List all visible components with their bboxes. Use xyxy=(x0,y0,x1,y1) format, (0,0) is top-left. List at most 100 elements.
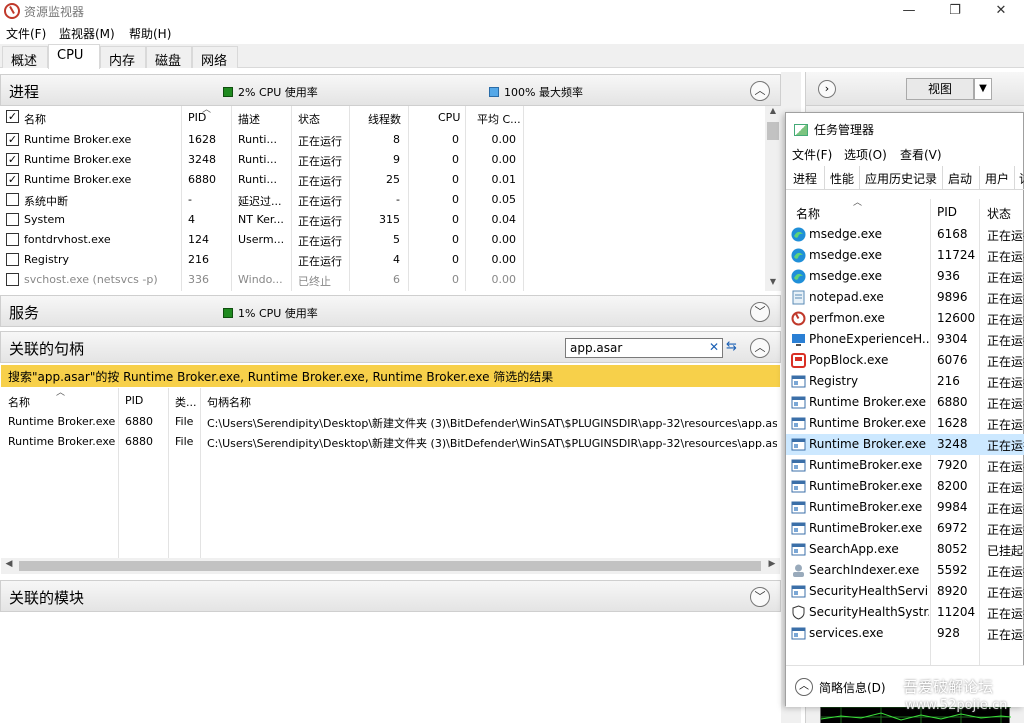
tm-process-row[interactable]: PhoneExperienceH... 9304 正在运行 xyxy=(786,329,1024,350)
process-row[interactable]: System 4 NT Ker... 正在运行 315 0 0.04 xyxy=(0,210,765,230)
hscroll-thumb[interactable] xyxy=(19,561,761,571)
expand-services-icon[interactable]: ﹀ xyxy=(750,302,770,322)
handle-row[interactable]: Runtime Broker.exe 6880 File C:\Users\Seren… xyxy=(0,432,779,452)
tm-process-row[interactable]: RuntimeBroker.exe 7920 正在运行 xyxy=(786,455,1024,476)
minimize-button[interactable]: — xyxy=(886,0,932,22)
checkbox[interactable]: ✓ xyxy=(6,153,19,166)
scroll-up-icon[interactable]: ▲ xyxy=(765,106,781,120)
clear-search-icon[interactable]: ✕ xyxy=(709,340,719,354)
tm-process-row[interactable]: SecurityHealthSystr... 11204 正在运行 xyxy=(786,602,1024,623)
tm-tab-processes[interactable]: 进程 xyxy=(793,170,817,187)
tm-process-row[interactable]: RuntimeBroker.exe 6972 正在运行 xyxy=(786,518,1024,539)
select-all-checkbox[interactable]: ✓ xyxy=(6,110,19,123)
tm-process-row[interactable]: msedge.exe 11724 正在运行 xyxy=(786,245,1024,266)
process-row[interactable]: 系统中断 - 延迟过... 正在运行 - 0 0.05 xyxy=(0,190,765,210)
processes-table: ✓ 名称 ︿ PID 描述 状态 线程数 CPU 平均 C... ✓ Runtim… xyxy=(0,105,781,291)
tm-process-row[interactable]: SearchIndexer.exe 5592 正在运行 xyxy=(786,560,1024,581)
close-button[interactable]: ✕ xyxy=(978,0,1024,22)
checkbox[interactable] xyxy=(6,233,19,246)
tab-overview[interactable]: 概述 xyxy=(2,46,48,69)
services-header[interactable]: 服务 1% CPU 使用率 ﹀ xyxy=(0,295,781,327)
tab-network[interactable]: 网络 xyxy=(192,46,238,69)
handles-col-pid[interactable]: PID xyxy=(125,394,143,407)
expand-modules-icon[interactable]: ﹀ xyxy=(750,587,770,607)
tm-process-row[interactable]: msedge.exe 936 正在运行 xyxy=(786,266,1024,287)
tm-menu-options[interactable]: 选项(O) xyxy=(844,146,887,163)
col-description[interactable]: 描述 xyxy=(238,111,260,127)
handles-col-type[interactable]: 类... xyxy=(175,394,197,410)
tm-tab-startup[interactable]: 启动 xyxy=(948,170,972,187)
col-pid[interactable]: PID xyxy=(188,111,206,124)
menu-help[interactable]: 帮助(H) xyxy=(129,25,171,42)
scroll-left-icon[interactable]: ◀ xyxy=(2,559,16,569)
tm-process-row[interactable]: msedge.exe 6168 正在运行 xyxy=(786,224,1024,245)
tm-tab-details[interactable]: 详 xyxy=(1019,170,1024,187)
process-row[interactable]: ✓ Runtime Broker.exe 6880 Runti... 正在运行 25 0 0.… xyxy=(0,170,765,190)
tm-process-row[interactable]: services.exe 928 正在运行 xyxy=(786,623,1024,644)
checkbox[interactable] xyxy=(6,273,19,286)
menu-monitor[interactable]: 监视器(M) xyxy=(59,25,115,42)
view-button[interactable]: 视图 xyxy=(906,78,974,100)
tm-process-row[interactable]: Runtime Broker.exe 3248 正在运行 xyxy=(786,434,1024,455)
task-manager-window[interactable]: 任务管理器 文件(F) 选项(O) 查看(V) 进程 性能 应用历史记录 启动 … xyxy=(785,112,1024,707)
col-cpu[interactable]: CPU xyxy=(438,111,460,124)
handles-hscrollbar[interactable]: ◀ ▶ xyxy=(1,558,780,574)
tm-menu-file[interactable]: 文件(F) xyxy=(792,146,832,163)
process-row[interactable]: Registry 216 正在运行 4 0 0.00 xyxy=(0,250,765,270)
checkbox[interactable] xyxy=(6,213,19,226)
maximize-button[interactable]: ❐ xyxy=(932,0,978,22)
handles-col-handle-name[interactable]: 句柄名称 xyxy=(207,394,251,410)
process-row[interactable]: ✓ Runtime Broker.exe 1628 Runti... 正在运行 8 0 0.0… xyxy=(0,130,765,150)
checkbox[interactable]: ✓ xyxy=(6,133,19,146)
processes-header[interactable]: 进程 2% CPU 使用率 100% 最大频率 ︿ xyxy=(0,74,781,106)
tm-tab-users[interactable]: 用户 xyxy=(985,170,1009,187)
tm-tab-performance[interactable]: 性能 xyxy=(830,170,854,187)
fewer-details-icon[interactable]: ︿ xyxy=(795,678,813,696)
handles-header[interactable]: 关联的句柄 app.asar ✕ ⇆ ︿ xyxy=(0,331,781,363)
col-name[interactable]: 名称 xyxy=(24,111,46,127)
menu-file[interactable]: 文件(F) xyxy=(6,25,46,42)
tm-menu-view[interactable]: 查看(V) xyxy=(900,146,942,163)
col-average-cpu[interactable]: 平均 C... xyxy=(477,111,521,127)
col-threads[interactable]: 线程数 xyxy=(368,111,401,127)
tm-process-row[interactable]: RuntimeBroker.exe 9984 正在运行 xyxy=(786,497,1024,518)
handle-row[interactable]: Runtime Broker.exe 6880 File C:\Users\Seren… xyxy=(0,412,779,432)
expand-graph-panel-icon[interactable]: › xyxy=(818,80,836,98)
tab-memory[interactable]: 内存 xyxy=(100,46,146,69)
tm-col-pid[interactable]: PID xyxy=(937,205,957,219)
tm-process-row[interactable]: SecurityHealthServi... 8920 正在运行 xyxy=(786,581,1024,602)
fewer-details-button[interactable]: 简略信息(D) xyxy=(819,679,886,696)
checkbox[interactable] xyxy=(6,253,19,266)
tm-process-row[interactable]: RuntimeBroker.exe 8200 正在运行 xyxy=(786,476,1024,497)
tm-col-status[interactable]: 状态 xyxy=(987,205,1011,222)
process-row[interactable]: ✓ Runtime Broker.exe 3248 Runti... 正在运行 9 0 0.0… xyxy=(0,150,765,170)
scroll-down-icon[interactable]: ▼ xyxy=(765,277,781,291)
checkbox[interactable] xyxy=(6,193,19,206)
collapse-processes-icon[interactable]: ︿ xyxy=(750,81,770,101)
tm-process-row[interactable]: PopBlock.exe 6076 正在运行 xyxy=(786,350,1024,371)
tm-process-row[interactable]: Runtime Broker.exe 6880 正在运行 xyxy=(786,392,1024,413)
modules-header[interactable]: 关联的模块 ﹀ xyxy=(0,580,781,612)
handle-search-input[interactable]: app.asar xyxy=(565,338,723,358)
process-cpu: 0 xyxy=(452,233,459,246)
view-dropdown-icon[interactable]: ▼ xyxy=(974,78,992,100)
tm-process-row[interactable]: Runtime Broker.exe 1628 正在运行 xyxy=(786,413,1024,434)
col-status[interactable]: 状态 xyxy=(298,111,320,127)
process-row[interactable]: fontdrvhost.exe 124 Userm... 正在运行 5 0 0.00 xyxy=(0,230,765,250)
tm-process-row[interactable]: SearchApp.exe 8052 已挂起 xyxy=(786,539,1024,560)
search-refresh-icon[interactable]: ⇆ xyxy=(726,339,744,357)
processes-scrollbar[interactable]: ▲ ▼ xyxy=(765,106,781,291)
tm-col-name[interactable]: 名称 xyxy=(796,205,820,222)
scroll-right-icon[interactable]: ▶ xyxy=(765,559,779,569)
tm-process-row[interactable]: Registry 216 正在运行 xyxy=(786,371,1024,392)
tm-process-row[interactable]: perfmon.exe 12600 正在运行 xyxy=(786,308,1024,329)
tm-tab-app-history[interactable]: 应用历史记录 xyxy=(865,170,937,187)
process-row[interactable]: svchost.exe (netsvcs -p) 336 Windo... 已终止 6 0… xyxy=(0,270,765,290)
tab-cpu[interactable]: CPU xyxy=(48,44,100,69)
tm-process-row[interactable]: notepad.exe 9896 正在运行 xyxy=(786,287,1024,308)
tab-disk[interactable]: 磁盘 xyxy=(146,46,192,69)
collapse-handles-icon[interactable]: ︿ xyxy=(750,338,770,358)
handles-col-name[interactable]: 名称 xyxy=(8,394,30,410)
scroll-thumb[interactable] xyxy=(767,122,779,140)
checkbox[interactable]: ✓ xyxy=(6,173,19,186)
